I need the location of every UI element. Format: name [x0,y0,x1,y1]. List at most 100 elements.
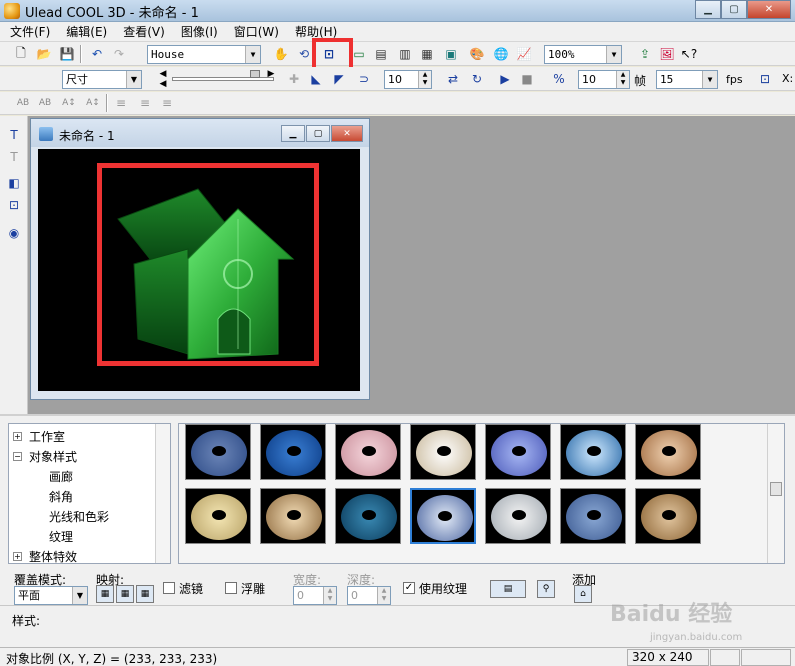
fps-select[interactable]: 15 ▼ [656,70,718,89]
scrollbar-thumb[interactable] [770,482,782,496]
unit-select[interactable]: 尺寸 ▼ [62,70,142,89]
text-bold-icon[interactable]: AB [14,94,32,112]
menu-image[interactable]: 图像(I) [181,23,218,40]
geometry-icon[interactable]: ◉ [5,224,23,242]
tree-item-global-effects[interactable]: 整体特效 [29,548,77,563]
document-icon [39,127,53,141]
texture-thumbnail[interactable] [335,424,401,480]
fit-object-icon[interactable]: ⊡ [756,70,774,88]
texture-thumbnail[interactable] [635,424,701,480]
use-texture-checkbox[interactable]: ✓ [403,582,415,594]
object-select[interactable]: House ▼ [147,45,261,64]
view-back-icon[interactable]: ▦ [418,45,436,63]
texture-thumbnail-selected[interactable] [410,488,476,544]
zoom-select[interactable]: 100% ▼ [544,45,622,64]
globe-icon[interactable]: 🌐 [492,45,510,63]
smooth-icon[interactable]: % [550,70,568,88]
hand-icon[interactable]: ✋ [272,45,290,63]
frame-spinner[interactable]: 10 ▲ ▼ [578,70,630,89]
align-left-icon[interactable]: ≡ [112,94,130,112]
maximize-button[interactable]: ▢ [306,125,330,142]
mapping-button-1[interactable]: ▦ [96,585,114,603]
depth-spinner[interactable]: 0 ▲ ▼ [347,586,391,605]
stop-icon[interactable]: ■ [518,70,536,88]
align-right-icon[interactable]: ≡ [158,94,176,112]
mapping-button-3[interactable]: ▦ [136,585,154,603]
text-spacing-icon[interactable]: A↕ [60,94,78,112]
tree-item-studio[interactable]: 工作室 [29,428,65,445]
view-side-icon[interactable]: ▤ [372,45,390,63]
emboss-checkbox[interactable] [225,582,237,594]
texture-thumbnail[interactable] [485,424,551,480]
rotate-icon[interactable]: ⟲ [295,45,313,63]
width-spinner[interactable]: 0 ▲ ▼ [293,586,337,605]
minimize-button[interactable]: ▁ [695,0,721,19]
overlay-mode-select[interactable]: 平面 ▼ [14,586,88,605]
tree-scrollbar[interactable] [155,424,170,563]
insert-object-icon[interactable]: ◧ [5,174,23,192]
load-texture-icon[interactable]: ▤ [490,580,526,598]
new-file-icon[interactable]: 🗋 [12,45,30,63]
select-object-icon[interactable]: ⊡ [5,196,23,214]
timeline-thumb[interactable] [250,70,260,78]
minimize-button[interactable]: ▁ [281,125,305,142]
add-key-icon[interactable]: ✚ [285,70,303,88]
key-left-icon[interactable]: ◀ [154,75,172,93]
texture-thumbnail[interactable] [560,424,626,480]
menu-window[interactable]: 窗口(W) [234,23,279,40]
paint-icon[interactable]: 🎨 [468,45,486,63]
texture-thumbnail[interactable] [410,424,476,480]
remove-key-icon[interactable]: ◣ [307,70,325,88]
chart-icon[interactable]: 📈 [515,45,533,63]
texture-thumbnail[interactable] [485,488,551,544]
texture-thumbnail[interactable] [635,488,701,544]
image-export-icon[interactable]: 🖼 [658,45,676,63]
save-icon[interactable]: 💾 [58,45,76,63]
tree-item-gallery[interactable]: 画廊 [49,468,73,485]
open-folder-icon[interactable]: 📂 [35,45,53,63]
step-spinner[interactable]: 10 ▲ ▼ [384,70,432,89]
texture-thumbnail[interactable] [185,424,251,480]
tree-item-light-color[interactable]: 光线和色彩 [49,508,109,525]
align-center-icon[interactable]: ≡ [136,94,154,112]
close-button[interactable]: ✕ [331,125,363,142]
expand-icon[interactable]: + [13,552,22,561]
texture-thumbnail[interactable] [335,488,401,544]
menu-view[interactable]: 查看(V) [123,23,165,40]
magnify-icon[interactable]: ⚲ [537,580,555,598]
texture-thumbnail[interactable] [185,488,251,544]
expand-icon[interactable]: + [13,432,22,441]
text-height-icon[interactable]: A↕ [84,94,102,112]
texture-thumbnail[interactable] [260,424,326,480]
insert-text-icon[interactable]: T [5,126,23,144]
filter-checkbox[interactable] [163,582,175,594]
ping-pong-icon[interactable]: ⇄ [444,70,462,88]
view-bottom-icon[interactable]: ▣ [442,45,460,63]
reverse-icon[interactable]: ◤ [330,70,348,88]
tree-item-bevel[interactable]: 斜角 [49,488,73,505]
mapping-button-2[interactable]: ▦ [116,585,134,603]
undo-icon[interactable]: ↶ [88,45,106,63]
close-button[interactable]: ✕ [747,0,791,19]
add-home-icon[interactable]: ⌂ [574,585,592,603]
status-cell [741,649,791,666]
key-right-icon[interactable]: ▶ [262,65,280,83]
collapse-icon[interactable]: − [13,452,22,461]
edit-text-icon[interactable]: T [5,148,23,166]
tree-item-texture[interactable]: 纹理 [49,528,73,545]
export-icon[interactable]: ⇪ [636,45,654,63]
redo-icon[interactable]: ↷ [110,45,128,63]
gallery-scrollbar[interactable] [767,424,784,563]
text-italic-icon[interactable]: AB [36,94,54,112]
texture-thumbnail[interactable] [560,488,626,544]
play-icon[interactable]: ▶ [496,70,514,88]
loop-icon[interactable]: ⊃ [355,70,373,88]
view-top-icon[interactable]: ▥ [396,45,414,63]
menu-file[interactable]: 文件(F) [10,23,50,40]
refresh-icon[interactable]: ↻ [468,70,486,88]
tree-item-object-style[interactable]: 对象样式 [29,448,77,465]
maximize-button[interactable]: ▢ [721,0,747,19]
texture-thumbnail[interactable] [260,488,326,544]
help-cursor-icon[interactable]: ↖? [680,45,698,63]
menu-edit[interactable]: 编辑(E) [66,23,107,40]
